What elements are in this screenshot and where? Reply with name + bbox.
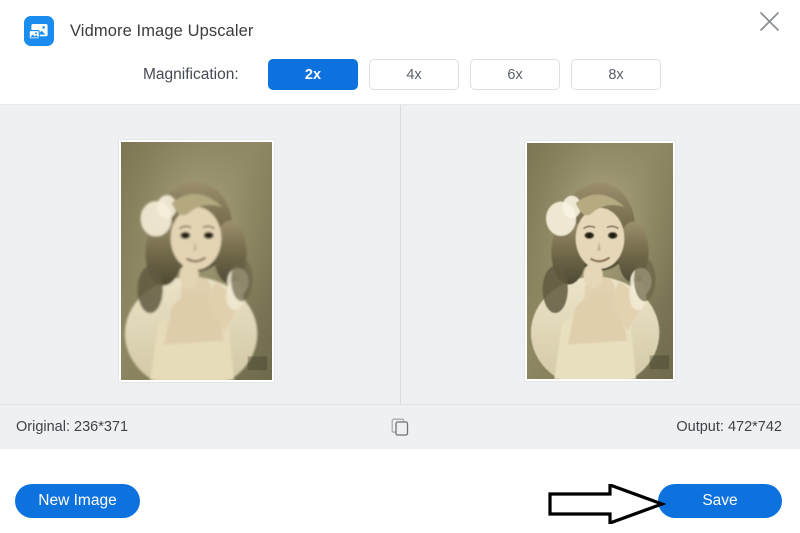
upscaled-photo-frame [525,141,675,381]
save-button[interactable]: Save [658,484,782,518]
new-image-button[interactable]: New Image [15,484,140,518]
magnification-label: Magnification: [143,66,239,83]
output-size-label: Output: 472*742 [676,419,782,435]
magnification-option-4x[interactable]: 4x [369,59,459,90]
original-preview-pane [0,105,400,405]
title-row: Vidmore Image Upscaler [24,16,253,46]
original-size-label: Original: 236*371 [16,419,129,435]
image-upscaler-logo-icon [24,16,54,46]
magnification-option-6x[interactable]: 6x [470,59,560,90]
original-photo [121,142,272,380]
upscaled-preview-pane [400,105,800,405]
magnification-option-8x[interactable]: 8x [571,59,661,90]
original-photo-frame [119,140,274,382]
window-footer: New Image Save [0,449,800,533]
compare-duplicate-icon[interactable] [389,416,411,438]
magnification-options: 2x 4x 6x 8x [268,59,661,90]
upscaled-photo [527,143,673,379]
preview-area [0,104,800,405]
image-upscaler-window: Vidmore Image Upscaler Magnification: 2x… [0,0,800,533]
status-bar: Original: 236*371 Output: 472*742 [0,404,800,449]
page-title: Vidmore Image Upscaler [70,21,254,40]
close-icon[interactable] [752,4,786,38]
window-header: Vidmore Image Upscaler Magnification: 2x… [0,0,800,103]
magnification-option-2x[interactable]: 2x [268,59,358,90]
